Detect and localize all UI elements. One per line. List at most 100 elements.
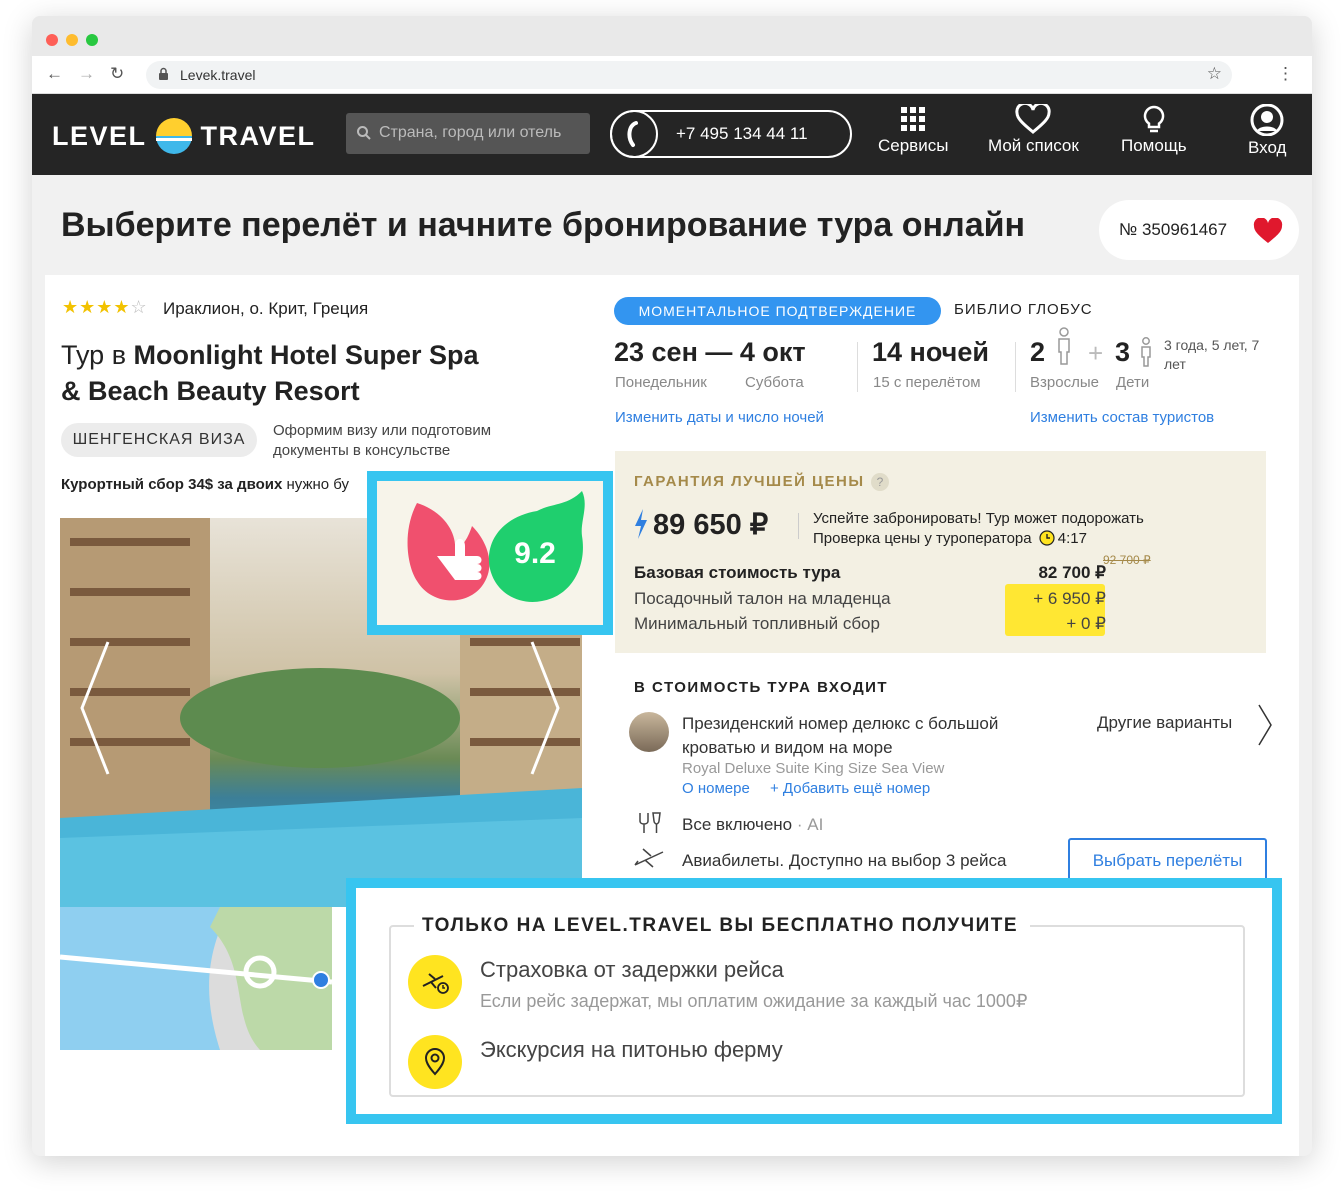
divider (857, 342, 858, 392)
change-dates-link[interactable]: Изменить даты и число ночей (615, 409, 824, 426)
bookmark-star-icon[interactable]: ☆ (1207, 64, 1222, 84)
price-hurry-note: Успейте забронировать! Тур может подорож… (813, 509, 1144, 549)
hurry-line-2: Проверка цены у туроператора 4:17 (813, 529, 1144, 549)
excursion-title: Экскурсия на питонью ферму (480, 1037, 783, 1062)
maximize-window-button[interactable] (86, 34, 98, 46)
price-check-text: Проверка цены у туроператора (813, 530, 1032, 547)
airplane-icon (634, 848, 664, 868)
address-bar: ← → ↻ Levek.travel ☆ ⋮ (32, 56, 1312, 94)
order-number-pill[interactable]: № 350961467 (1099, 200, 1299, 260)
tour-operator: БИБЛИО ГЛОБУС (954, 301, 1093, 318)
tour-dates: 23 сен — 4 окт (614, 337, 806, 367)
page-title: Выберите перелёт и начните бронирование … (61, 206, 1026, 244)
meal-plan-text: Все включено (682, 815, 793, 834)
map-canvas (60, 907, 332, 1050)
meal-plan-code: · AI (792, 815, 824, 834)
price-block: ГАРАНТИЯ ЛУЧШЕЙ ЦЕНЫ ? 89 650 ₽ Успейте … (615, 451, 1266, 653)
site-header: LEVEL TRAVEL Страна, город или отель +7 … (32, 94, 1312, 175)
about-room-link[interactable]: О номере (682, 780, 750, 797)
url-text: Levek.travel (180, 67, 256, 83)
flight-delay-icon (422, 973, 449, 994)
adults-label: Взрослые (1030, 374, 1099, 391)
rating-badge: 9.2 (367, 471, 613, 635)
adults-count: 2 (1030, 337, 1046, 367)
nav-login[interactable]: Вход (1248, 104, 1286, 158)
location-pin-icon (424, 1048, 446, 1076)
add-room-link[interactable]: + Добавить ещё номер (770, 780, 930, 797)
bonuses-caption: ТОЛЬКО НА LEVEL.TRAVEL ВЫ БЕСПЛАТНО ПОЛУ… (414, 915, 1031, 937)
meal-plan: Все включено · AI (682, 815, 823, 835)
search-input[interactable]: Страна, город или отель (346, 113, 590, 154)
hotel-stars: ★★★★☆ (62, 297, 148, 317)
logo-text-right: TRAVEL (200, 120, 316, 151)
location-pin-icon-circle (408, 1035, 462, 1089)
favorite-heart-icon[interactable] (1253, 218, 1283, 244)
kids-label: Дети (1116, 374, 1150, 391)
hotel-title: Тур в Moonlight Hotel Super Spa & Beach … (61, 337, 501, 409)
minimize-window-button[interactable] (66, 34, 78, 46)
title-bar (32, 16, 1312, 56)
help-icon[interactable]: ? (871, 473, 889, 491)
plus-sign: + (1088, 338, 1104, 368)
close-window-button[interactable] (46, 34, 58, 46)
change-tourists-link[interactable]: Изменить состав туристов (1030, 409, 1214, 426)
adult-icon (1058, 327, 1070, 365)
browser-menu-icon[interactable]: ⋮ (1277, 64, 1294, 84)
order-number: № 350961467 (1119, 220, 1228, 239)
url-field[interactable]: Levek.travel ☆ (146, 61, 1232, 89)
phone-number: +7 495 134 44 11 (676, 124, 808, 143)
nights-count: 14 ночей (872, 337, 989, 367)
nav-my-list-label: Мой список (988, 136, 1079, 155)
kids-ages: 3 года, 5 лет, 7 лет (1164, 337, 1260, 372)
phone-button[interactable]: +7 495 134 44 11 (610, 110, 852, 158)
room-thumbnail[interactable] (629, 712, 669, 752)
search-icon (357, 126, 371, 140)
insurance-note: Если рейс задержат, мы оплатим ожидание … (480, 991, 1028, 1011)
fuel-value: + 0 ₽ (1066, 614, 1106, 633)
site-logo[interactable]: LEVEL TRAVEL (52, 118, 316, 154)
hotel-title-prefix: Тур в (61, 340, 134, 370)
forward-icon[interactable]: → (78, 64, 95, 84)
reload-icon[interactable]: ↻ (110, 64, 124, 84)
child-icon (1141, 337, 1151, 367)
nav-login-label: Вход (1248, 138, 1287, 157)
nav-help[interactable]: Помощь (1121, 104, 1187, 156)
total-price: 89 650 ₽ (653, 509, 769, 541)
infant-label: Посадочный талон на младенца (634, 589, 891, 608)
nav-my-list[interactable]: Мой список (988, 104, 1079, 156)
day-to: Суббота (745, 374, 804, 391)
hotel-map[interactable] (60, 907, 332, 1050)
kids-count: 3 (1115, 337, 1131, 367)
flights-info: Авиабилеты. Доступно на выбор 3 рейса (682, 851, 1007, 870)
user-icon (1250, 104, 1284, 136)
visa-note: Оформим визу или подготовим документы в … (273, 422, 492, 459)
hurry-line-1: Успейте забронировать! Тур может подорож… (813, 510, 1144, 527)
timer-icon (1039, 530, 1055, 546)
photo-prev-arrow-icon[interactable] (78, 638, 112, 778)
base-cost-label: Базовая стоимость тура (634, 563, 841, 582)
resort-fee-rest: нужно бу (282, 476, 350, 493)
included-caption: В СТОИМОСТЬ ТУРА ВХОДИТ (634, 679, 889, 696)
fork-glass-icon (639, 812, 661, 833)
visa-badge: ШЕНГЕНСКАЯ ВИЗА (61, 423, 257, 457)
chevron-right-icon[interactable] (1257, 703, 1273, 747)
photo-next-arrow-icon[interactable] (528, 638, 562, 778)
price-guarantee-caption: ГАРАНТИЯ ЛУЧШЕЙ ЦЕНЫ (634, 473, 865, 490)
other-options-link[interactable]: Другие варианты (1097, 713, 1232, 733)
nights-sub: 15 с перелётом (873, 374, 981, 391)
search-placeholder: Страна, город или отель (379, 124, 562, 141)
base-cost-old: 92 700 ₽ (1103, 553, 1151, 567)
bulb-icon (1143, 105, 1165, 133)
grid-icon (901, 107, 926, 131)
room-name-en: Royal Deluxe Suite King Size Sea View (682, 760, 945, 777)
day-from: Понедельник (615, 374, 707, 391)
nav-help-label: Помощь (1121, 136, 1187, 155)
fuel-label: Минимальный топливный сбор (634, 614, 880, 633)
choose-flights-button[interactable]: Выбрать перелёты (1068, 838, 1267, 882)
rating-value: 9.2 (514, 537, 556, 570)
resort-fee: Курортный сбор 34$ за двоих нужно бу (61, 476, 361, 493)
back-icon[interactable]: ← (46, 64, 63, 84)
insurance-title: Страховка от задержки рейса (480, 957, 784, 982)
nav-services[interactable]: Сервисы (878, 104, 948, 156)
instant-confirm-badge: МОМЕНТАЛЬНОЕ ПОДТВЕРЖДЕНИЕ (614, 297, 941, 325)
